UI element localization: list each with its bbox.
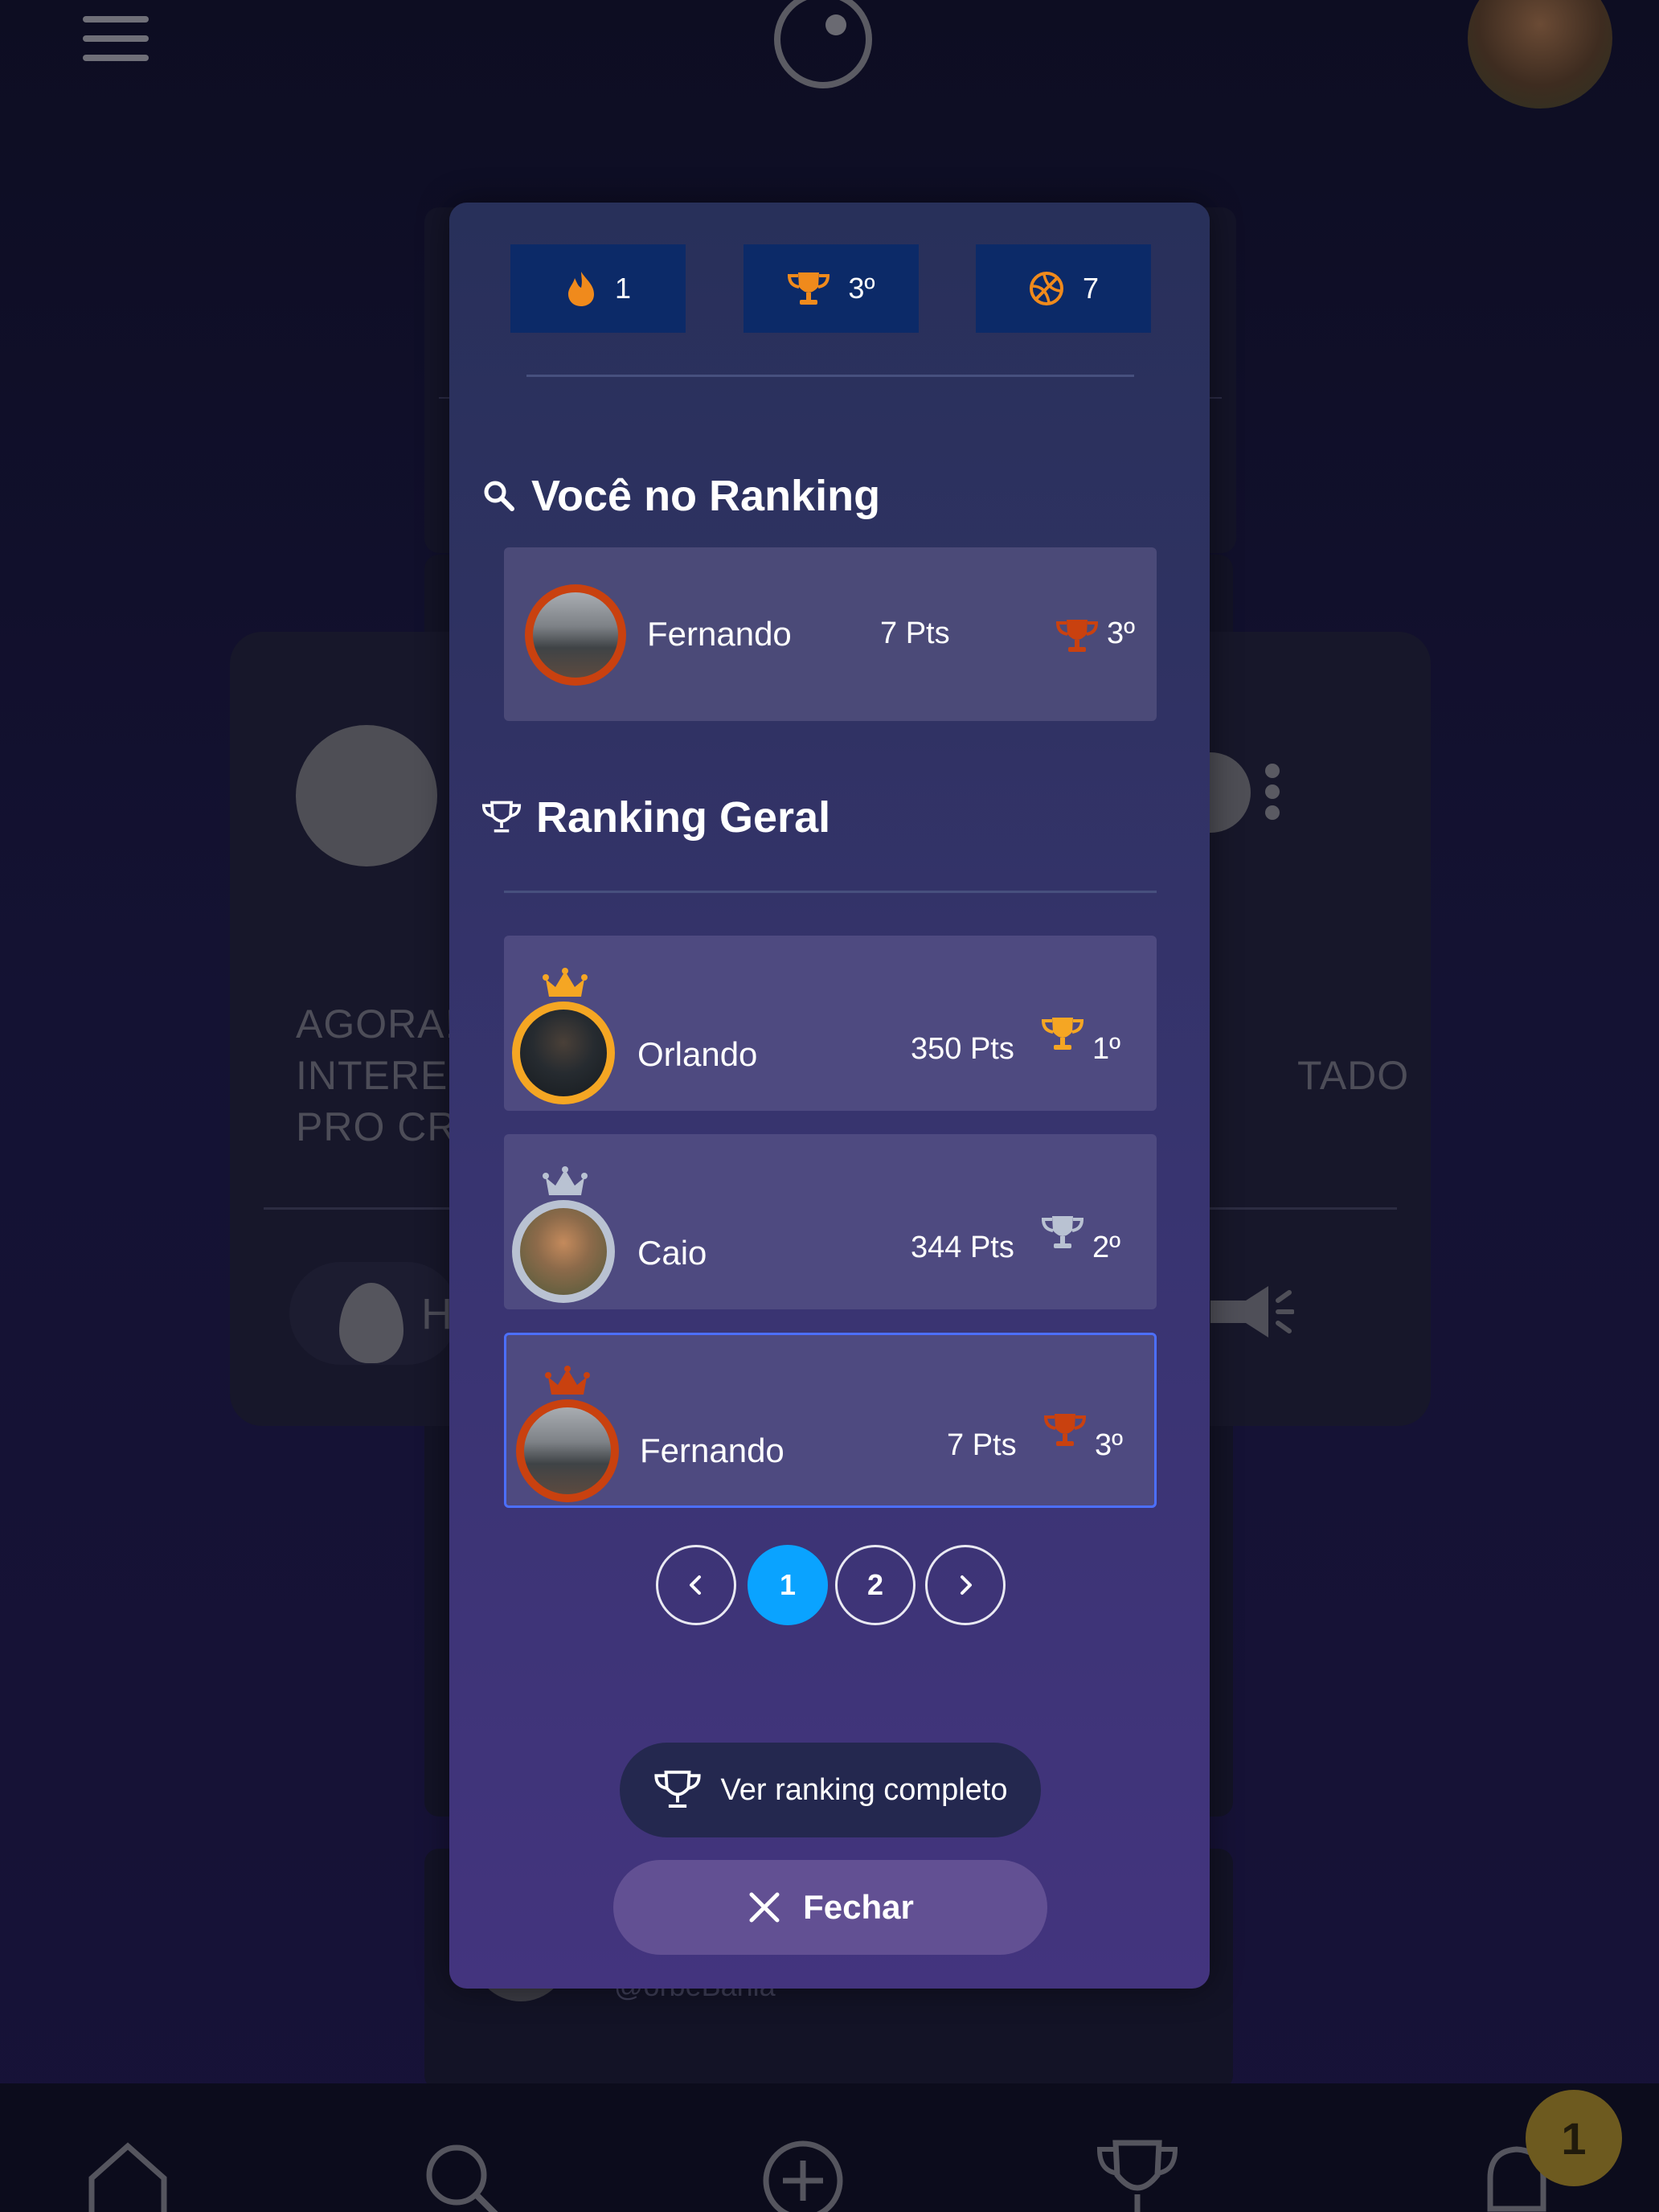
crown-icon [543,968,588,997]
trophy-icon [1041,1216,1084,1248]
user-place: 3º [1107,616,1136,650]
basketball-icon [1029,272,1063,305]
avatar [516,1399,619,1502]
general-divider [504,891,1157,893]
general-section-header: Ranking Geral [481,793,830,842]
user-name: Fernando [647,615,792,653]
avatar [512,1200,615,1303]
user-name: Caio [637,1234,707,1272]
ranking-modal: 1 3º 7 Você no Ranking Fernando 7 Pts 3º… [449,203,1210,1989]
chevron-left-icon [690,1575,701,1595]
bottom-nav [0,2083,1659,2212]
trophy-icon [1055,620,1099,652]
next-page-button[interactable] [925,1545,1006,1625]
notification-badge: 1 [1526,2090,1622,2186]
avatar [525,584,626,686]
trophy-icon [1041,1018,1084,1050]
user-place: 3º [1095,1428,1124,1462]
trophy-icon [653,1770,701,1808]
full-ranking-label: Ver ranking completo [720,1772,1008,1807]
reaction-label: H [421,1290,453,1338]
ranking-row-2[interactable]: Caio 344 Pts 2º [504,1134,1157,1309]
chevron-right-icon [961,1575,972,1595]
menu-icon[interactable] [83,16,149,64]
crown-icon [545,1366,590,1395]
you-section-header: Você no Ranking [481,471,880,521]
top-bar [0,0,1659,121]
more-options-icon [1265,764,1281,826]
flame-icon [567,272,594,306]
rank-stat: 3º [743,244,919,333]
general-section-title: Ranking Geral [536,793,831,842]
user-points: 7 Pts [947,1428,1017,1462]
user-points: 344 Pts [911,1231,1014,1264]
page-1-button[interactable]: 1 [748,1545,828,1625]
full-ranking-button[interactable]: Ver ranking completo [620,1743,1041,1837]
trophy-icon [1043,1414,1087,1446]
home-icon[interactable] [84,2136,172,2212]
post-avatar [296,725,437,866]
trophy-icon [481,801,522,833]
user-name: Fernando [640,1432,784,1469]
you-ranking-card[interactable]: Fernando 7 Pts 3º [504,547,1157,721]
rank-value: 3º [848,272,875,305]
logo-icon[interactable] [774,0,872,88]
you-section-title: Você no Ranking [531,472,881,520]
streak-stat: 1 [510,244,686,333]
ranking-row-1[interactable]: Orlando 350 Pts 1º [504,936,1157,1111]
stats-divider [526,375,1134,377]
user-place: 2º [1092,1231,1121,1264]
close-button[interactable]: Fechar [613,1860,1047,1955]
user-points: 7 Pts [880,616,950,650]
crown-icon [543,1166,588,1195]
prev-page-button[interactable] [656,1545,736,1625]
search-icon [484,481,514,511]
avatar [512,1002,615,1104]
user-name: Orlando [637,1035,758,1073]
profile-avatar[interactable] [1468,0,1612,109]
trophy-icon[interactable] [1093,2136,1182,2212]
trophy-icon [788,272,830,305]
close-icon [749,1892,780,1923]
score-stat: 7 [976,244,1151,333]
streak-value: 1 [614,272,632,305]
score-value: 7 [1082,272,1100,305]
megaphone-icon [1210,1286,1294,1337]
close-label: Fechar [803,1888,914,1926]
plus-icon[interactable] [759,2136,847,2212]
user-place: 1º [1092,1032,1121,1066]
search-icon[interactable] [418,2136,506,2212]
user-points: 350 Pts [911,1032,1014,1066]
ranking-row-3[interactable]: Fernando 7 Pts 3º [504,1333,1157,1508]
page-2-button[interactable]: 2 [835,1545,916,1625]
